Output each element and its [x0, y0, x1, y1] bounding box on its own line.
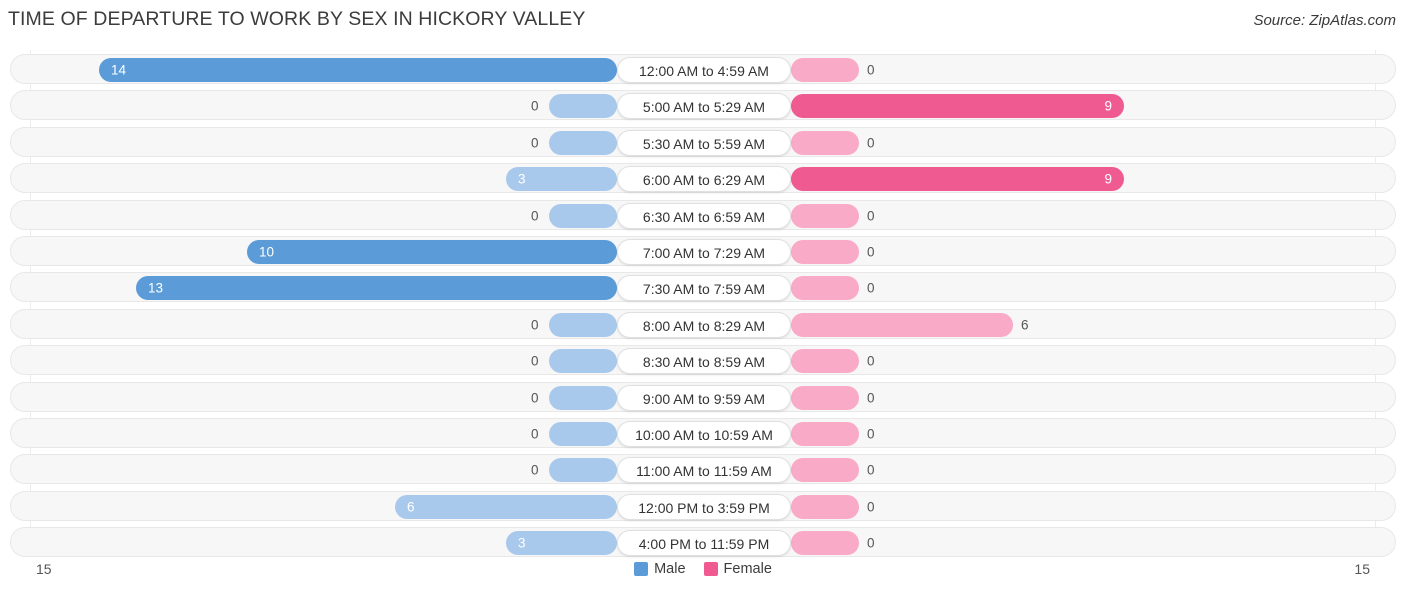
bar-male[interactable]	[549, 458, 617, 483]
bar-value-female: 9	[1104, 98, 1112, 114]
row-category-label: 8:00 AM to 8:29 AM	[617, 311, 791, 338]
bar-male[interactable]: 6	[395, 494, 617, 519]
row-category-label: 5:00 AM to 5:29 AM	[617, 93, 791, 120]
table-row: 0 0 5:30 AM to 5:59 AM	[10, 126, 1396, 157]
bar-value-male: 14	[111, 62, 127, 78]
row-category-label: 7:00 AM to 7:29 AM	[617, 239, 791, 265]
bar-female[interactable]	[791, 494, 859, 519]
table-row: 0 0 11:00 AM to 11:59 AM	[10, 454, 1396, 485]
bar-female[interactable]	[791, 58, 859, 82]
bar-value-female: 0	[867, 208, 875, 224]
bar-value-male: 6	[407, 499, 415, 515]
chart-plot-area: 14 0 12:00 AM to 4:59 AM 0 9 5:00 AM to 5:29 …	[0, 50, 1406, 558]
bar-male[interactable]	[549, 130, 617, 155]
table-row: 3 9 6:00 AM to 6:29 AM	[10, 163, 1396, 194]
bar-female[interactable]: 9	[791, 167, 1124, 192]
bar-value-female: 0	[867, 390, 875, 406]
table-row: 13 0 7:30 AM to 7:59 AM	[10, 272, 1396, 303]
table-row: 3 0 4:00 PM to 11:59 PM	[10, 527, 1396, 558]
row-category-label: 11:00 AM to 11:59 AM	[617, 457, 791, 484]
table-row: 6 0 12:00 PM to 3:59 PM	[10, 490, 1396, 521]
bar-female[interactable]	[791, 349, 859, 374]
page-title: TIME OF DEPARTURE TO WORK BY SEX IN HICK…	[8, 8, 586, 30]
bar-value-male: 0	[531, 208, 539, 224]
bar-value-male: 0	[531, 426, 539, 442]
bar-female[interactable]	[791, 385, 859, 410]
bar-male[interactable]	[549, 422, 617, 446]
bar-value-male: 0	[531, 462, 539, 478]
legend-item-female[interactable]: Female	[703, 561, 772, 577]
row-category-label: 4:00 PM to 11:59 PM	[617, 530, 791, 557]
table-row: 0 9 5:00 AM to 5:29 AM	[10, 90, 1396, 121]
bar-value-male: 0	[531, 317, 539, 333]
table-row: 10 0 7:00 AM to 7:29 AM	[10, 236, 1396, 266]
bar-female[interactable]	[791, 531, 859, 556]
legend-swatch-icon	[703, 562, 718, 576]
bar-value-male: 3	[518, 171, 526, 187]
bar-female[interactable]	[791, 240, 859, 264]
bar-value-male: 0	[531, 390, 539, 406]
bar-value-female: 0	[867, 499, 875, 515]
bar-female[interactable]	[791, 276, 859, 301]
row-category-label: 10:00 AM to 10:59 AM	[617, 421, 791, 447]
bar-value-female: 0	[867, 353, 875, 369]
table-row: 0 0 10:00 AM to 10:59 AM	[10, 418, 1396, 448]
bar-male[interactable]: 10	[247, 240, 617, 264]
row-category-label: 6:30 AM to 6:59 AM	[617, 202, 791, 229]
bar-male[interactable]: 3	[506, 167, 617, 192]
bar-male[interactable]	[549, 385, 617, 410]
table-row: 0 6 8:00 AM to 8:29 AM	[10, 308, 1396, 339]
bar-value-female: 0	[867, 244, 875, 260]
bar-value-male: 3	[518, 535, 526, 551]
bar-female[interactable]	[791, 458, 859, 483]
bar-value-male: 0	[531, 353, 539, 369]
table-row: 0 0 9:00 AM to 9:59 AM	[10, 381, 1396, 412]
bar-value-female: 0	[867, 62, 875, 78]
bar-male[interactable]	[549, 349, 617, 374]
legend-item-male[interactable]: Male	[634, 561, 686, 577]
row-category-label: 7:30 AM to 7:59 AM	[617, 275, 791, 302]
chart-legend: Male Female	[0, 561, 1406, 577]
bar-value-female: 0	[867, 280, 875, 296]
row-category-label: 6:00 AM to 6:29 AM	[617, 166, 791, 193]
bar-value-female: 0	[867, 462, 875, 478]
bar-male[interactable]: 13	[136, 276, 617, 301]
bar-female[interactable]: 9	[791, 94, 1124, 119]
legend-label: Male	[654, 561, 686, 577]
bar-female[interactable]	[791, 422, 859, 446]
bar-value-male: 0	[531, 98, 539, 114]
legend-label: Female	[723, 561, 772, 577]
table-row: 0 0 6:30 AM to 6:59 AM	[10, 199, 1396, 230]
bar-value-male: 0	[531, 135, 539, 151]
bar-female[interactable]	[791, 130, 859, 155]
row-category-label: 9:00 AM to 9:59 AM	[617, 384, 791, 411]
bar-male[interactable]: 14	[99, 58, 617, 82]
row-category-label: 8:30 AM to 8:59 AM	[617, 348, 791, 375]
bar-male[interactable]	[549, 94, 617, 119]
legend-swatch-icon	[634, 562, 649, 576]
table-row: 14 0 12:00 AM to 4:59 AM	[10, 54, 1396, 84]
bar-value-female: 0	[867, 535, 875, 551]
chart-footer: 15 15 Male Female	[0, 557, 1406, 595]
bar-value-female: 0	[867, 426, 875, 442]
row-category-label: 12:00 PM to 3:59 PM	[617, 493, 791, 520]
bar-value-male: 13	[148, 280, 164, 296]
bar-value-female: 0	[867, 135, 875, 151]
bar-male[interactable]: 3	[506, 531, 617, 556]
bar-male[interactable]	[549, 312, 617, 337]
bar-value-female: 9	[1104, 171, 1112, 187]
bar-value-female: 6	[1021, 317, 1029, 333]
row-category-label: 5:30 AM to 5:59 AM	[617, 129, 791, 156]
bar-female[interactable]	[791, 203, 859, 228]
row-category-label: 12:00 AM to 4:59 AM	[617, 57, 791, 83]
bar-male[interactable]	[549, 203, 617, 228]
source-attribution: Source: ZipAtlas.com	[1253, 12, 1396, 29]
table-row: 0 0 8:30 AM to 8:59 AM	[10, 345, 1396, 376]
bar-female[interactable]	[791, 312, 1013, 337]
bar-value-male: 10	[259, 244, 275, 260]
chart-header: TIME OF DEPARTURE TO WORK BY SEX IN HICK…	[0, 0, 1406, 44]
